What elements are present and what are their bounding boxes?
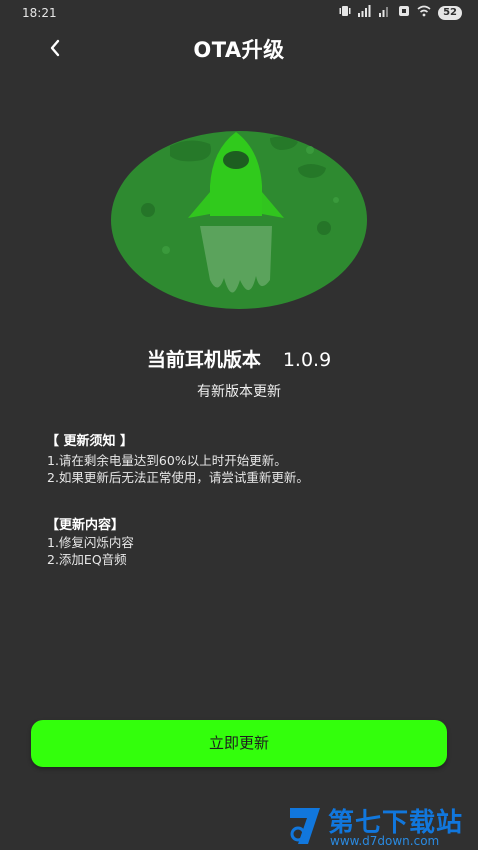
notice-item: 2.如果更新后无法正常使用，请尝试重新更新。 bbox=[47, 470, 309, 485]
version-number: 1.0.9 bbox=[282, 349, 332, 371]
update-now-button[interactable]: 立即更新 bbox=[31, 720, 447, 767]
battery-indicator: 52 bbox=[438, 5, 462, 20]
signal-icon bbox=[358, 5, 372, 20]
changelog-item: 2.添加EQ音频 bbox=[47, 552, 127, 567]
changelog-title: 【更新内容】 bbox=[46, 518, 125, 533]
page-title: OTA升级 bbox=[193, 38, 285, 62]
version-label: 当前耳机版本 bbox=[146, 349, 261, 371]
update-status: 有新版本更新 bbox=[197, 384, 281, 400]
watermark-url: www.d7down.com bbox=[330, 834, 440, 848]
watermark-logo bbox=[290, 808, 320, 844]
status-bar: 18:21 52 bbox=[0, 0, 478, 26]
notice-title: 【 更新须知 】 bbox=[46, 434, 134, 449]
wifi-icon bbox=[417, 5, 431, 20]
rocket-illustration bbox=[110, 130, 368, 310]
watermark: 第七下载站 www.d7down.com bbox=[286, 800, 476, 850]
status-icons: 52 bbox=[339, 5, 462, 20]
signal-icon-2 bbox=[379, 5, 391, 20]
status-time: 18:21 bbox=[22, 6, 57, 20]
notification-icon bbox=[398, 5, 410, 20]
vibrate-icon bbox=[339, 5, 351, 20]
firmware-version: 当前耳机版本 1.0.9 bbox=[0, 345, 478, 372]
